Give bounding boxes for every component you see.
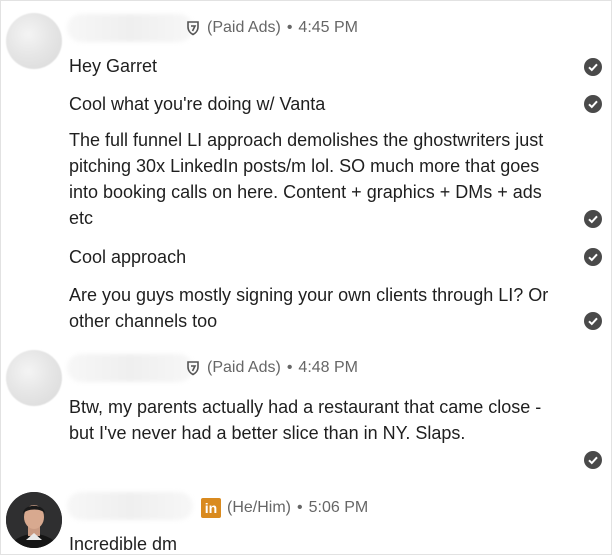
sender-name-redacted[interactable] xyxy=(67,14,193,42)
conversation-panel: (Paid Ads) • 4:45 PM Hey Garret Cool wha… xyxy=(0,0,612,555)
shield-badge-icon xyxy=(187,21,199,36)
check-circle-icon xyxy=(584,248,602,266)
sender-avatar[interactable] xyxy=(6,13,62,69)
check-circle-icon xyxy=(584,210,602,228)
meta-separator: • xyxy=(286,359,293,376)
message-text: The full funnel LI approach demolishes t… xyxy=(69,130,544,228)
meta-separator: • xyxy=(297,499,303,516)
message-text: Are you guys mostly signing your own cli… xyxy=(69,285,549,331)
check-circle-icon xyxy=(584,451,602,469)
sender-pronouns: (He/Him) xyxy=(227,499,291,516)
message-text: Cool what you're doing w/ Vanta xyxy=(69,94,326,114)
message-meta: (Paid Ads) • 4:45 PM xyxy=(185,19,358,37)
shield-badge-icon xyxy=(187,361,199,376)
check-circle-icon xyxy=(584,58,602,76)
message-text: Hey Garret xyxy=(69,56,158,76)
sender-avatar[interactable] xyxy=(6,492,62,548)
message-meta: (Paid Ads) • 4:48 PM xyxy=(185,359,358,377)
sender-tag: (Paid Ads) xyxy=(207,359,281,376)
message-text: Btw, my parents actually had a restauran… xyxy=(69,397,542,443)
check-circle-icon xyxy=(584,95,602,113)
meta-separator: • xyxy=(286,19,293,36)
profile-photo xyxy=(6,492,62,548)
message-time: 4:45 PM xyxy=(298,19,359,36)
message-text: Incredible dm xyxy=(69,534,178,554)
message-meta: in (He/Him) • 5:06 PM xyxy=(201,498,368,518)
message-text: Cool approach xyxy=(69,247,187,267)
check-circle-icon xyxy=(584,312,602,330)
message-time: 5:06 PM xyxy=(308,499,369,516)
sender-name-redacted[interactable] xyxy=(67,354,193,382)
sender-avatar[interactable] xyxy=(6,350,62,406)
sender-tag: (Paid Ads) xyxy=(207,19,281,36)
sender-name-redacted[interactable] xyxy=(67,492,193,520)
message-time: 4:48 PM xyxy=(298,359,359,376)
linkedin-badge-icon: in xyxy=(201,498,221,518)
